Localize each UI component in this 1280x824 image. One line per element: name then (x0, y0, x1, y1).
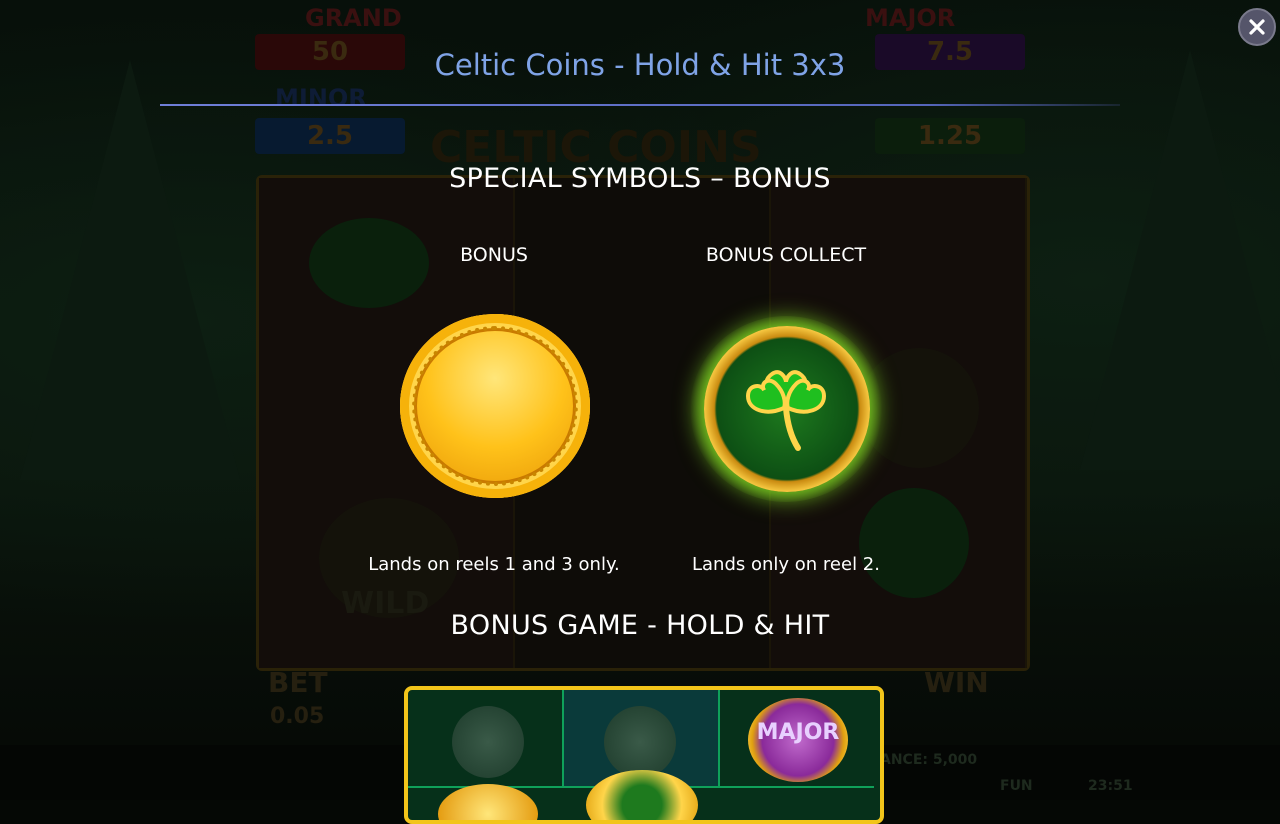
symbol-desc-bonus-collect: Lands only on reel 2. (692, 554, 880, 575)
bet-value: 0.05 (270, 704, 325, 729)
game-background: GRAND 50 MAJOR 7.5 MINOR 2.5 1.25 CELTIC… (0, 0, 1280, 800)
pine-tree-left (20, 60, 240, 480)
clock-text: 23:51 (1088, 778, 1133, 794)
major-coin-label: MAJOR (756, 720, 840, 745)
gold-coin-icon (400, 314, 590, 498)
title-divider (160, 104, 1120, 106)
jackpot-value-minor: 2.5 (255, 118, 405, 154)
jackpot-label-major: MAJOR (865, 4, 956, 32)
gold-coin-icon (438, 784, 538, 820)
paytable-title: Celtic Coins - Hold & Hit 3x3 (434, 48, 846, 82)
bet-label: BET (268, 666, 328, 699)
hold-and-hit-grid: MAJOR (404, 686, 884, 824)
symbol-label-bonus-collect: BONUS COLLECT (705, 244, 867, 266)
close-button[interactable] (1238, 8, 1276, 46)
win-label: WIN (924, 666, 989, 699)
jackpot-label-minor: MINOR (275, 84, 367, 112)
bonus-game-title: BONUS GAME - HOLD & HIT (450, 610, 830, 641)
symbol-desc-bonus: Lands on reels 1 and 3 only. (368, 554, 620, 575)
jackpot-label-grand: GRAND (305, 4, 402, 32)
grid-cell: MAJOR (720, 690, 874, 788)
close-icon (1249, 19, 1265, 35)
symbol-label-bonus: BONUS (460, 244, 528, 266)
empty-coin-slot (452, 706, 524, 778)
section-title: SPECIAL SYMBOLS – BONUS (449, 163, 831, 194)
mode-text: FUN (1000, 778, 1033, 794)
empty-coin-slot (604, 706, 676, 778)
hat-symbol-2 (859, 488, 969, 598)
pine-tree-right (1080, 50, 1280, 470)
balance-text: ANCE: 5,000 (880, 752, 978, 768)
grid-cell (408, 690, 564, 788)
jackpot-value-mini: 1.25 (875, 118, 1025, 154)
shamrock-icon (745, 370, 827, 451)
